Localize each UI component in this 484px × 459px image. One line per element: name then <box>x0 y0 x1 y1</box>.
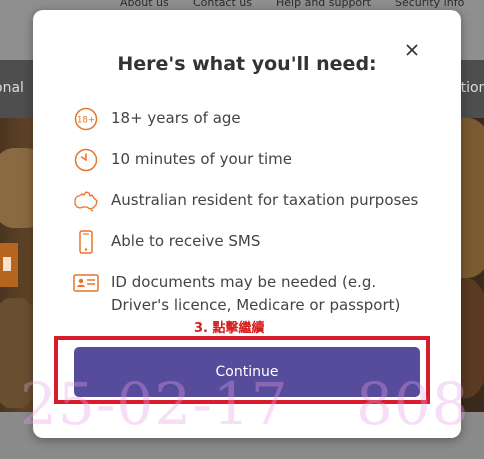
svg-text:18+: 18+ <box>77 116 95 126</box>
help-support-link[interactable]: Help and support <box>276 0 371 9</box>
clock-icon <box>73 148 99 172</box>
requirements-list: 18+ 18+ years of age 10 minutes of your … <box>73 107 453 334</box>
side-feedback-tab[interactable] <box>0 243 18 287</box>
step-annotation: 3. 點擊繼續 <box>194 321 265 336</box>
list-item: 10 minutes of your time <box>73 148 453 172</box>
id-card-icon <box>73 271 99 295</box>
mobile-phone-icon <box>73 230 99 254</box>
requirement-text: 10 minutes of your time <box>111 150 292 168</box>
requirement-text: ID documents may be needed (e.g. Driver'… <box>111 273 401 314</box>
continue-button[interactable]: Continue <box>74 347 420 397</box>
contact-us-link[interactable]: Contact us <box>193 0 252 9</box>
list-item: 18+ 18+ years of age <box>73 107 453 131</box>
requirement-text: Able to receive SMS <box>111 232 261 250</box>
about-us-link[interactable]: About us <box>120 0 169 9</box>
list-item: Able to receive SMS <box>73 230 453 254</box>
security-info-link[interactable]: Security info <box>395 0 464 9</box>
modal-title: Here's what you'll need: <box>117 53 377 75</box>
australia-map-icon <box>73 189 99 213</box>
list-item: Australian resident for taxation purpose… <box>73 189 453 213</box>
requirements-modal: Here's what you'll need: 18+ 18+ years o… <box>33 10 461 438</box>
nav-item-left[interactable]: onal <box>0 80 24 96</box>
requirement-text: 18+ years of age <box>111 109 241 127</box>
list-item: ID documents may be needed (e.g. Driver'… <box>73 271 453 317</box>
age-18-plus-icon: 18+ <box>73 107 99 131</box>
requirement-text: Australian resident for taxation purpose… <box>111 191 419 209</box>
